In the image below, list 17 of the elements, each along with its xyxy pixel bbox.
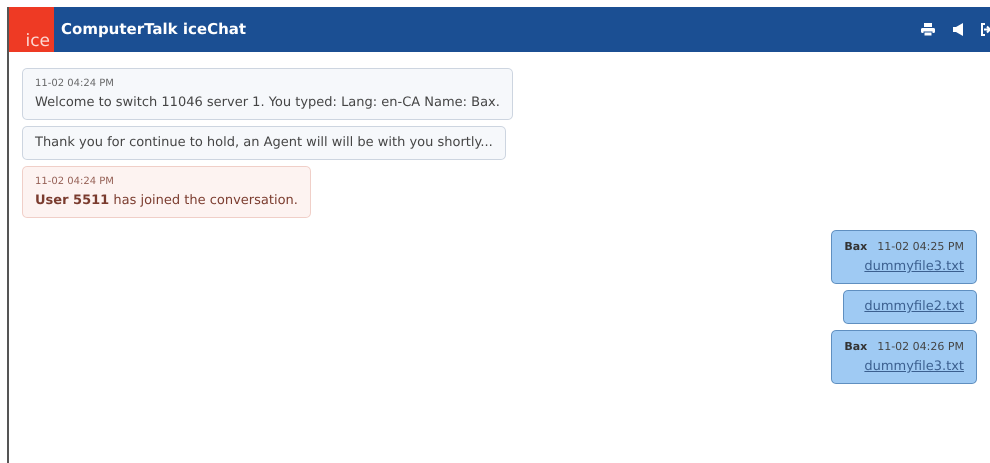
- sender-name: Bax: [844, 339, 868, 355]
- message-text: Thank you for continue to hold, an Agent will will be with you shortly...: [35, 134, 493, 152]
- message-time: 11-02 04:26 PM: [877, 339, 964, 355]
- message-text: User 5511 has joined the conversation.: [35, 192, 298, 210]
- message-time: 11-02 04:25 PM: [877, 239, 964, 255]
- message-text: Welcome to switch 11046 server 1. You typed: Lang: en-CA Name: Bax.: [35, 94, 500, 112]
- file-link[interactable]: dummyfile3.txt: [856, 357, 964, 377]
- message-time: 11-02 04:24 PM: [35, 175, 115, 189]
- sign-out-icon[interactable]: [981, 23, 990, 36]
- app-title: ComputerTalk iceChat: [61, 19, 246, 40]
- sender-name: Bax: [844, 239, 868, 255]
- file-link[interactable]: dummyfile2.txt: [856, 297, 964, 317]
- file-link[interactable]: dummyfile3.txt: [856, 257, 964, 277]
- app-logo: ice: [9, 7, 54, 52]
- print-icon[interactable]: [921, 23, 935, 36]
- speaker-icon[interactable]: [953, 23, 963, 36]
- message-time: 11-02 04:24 PM: [35, 77, 115, 91]
